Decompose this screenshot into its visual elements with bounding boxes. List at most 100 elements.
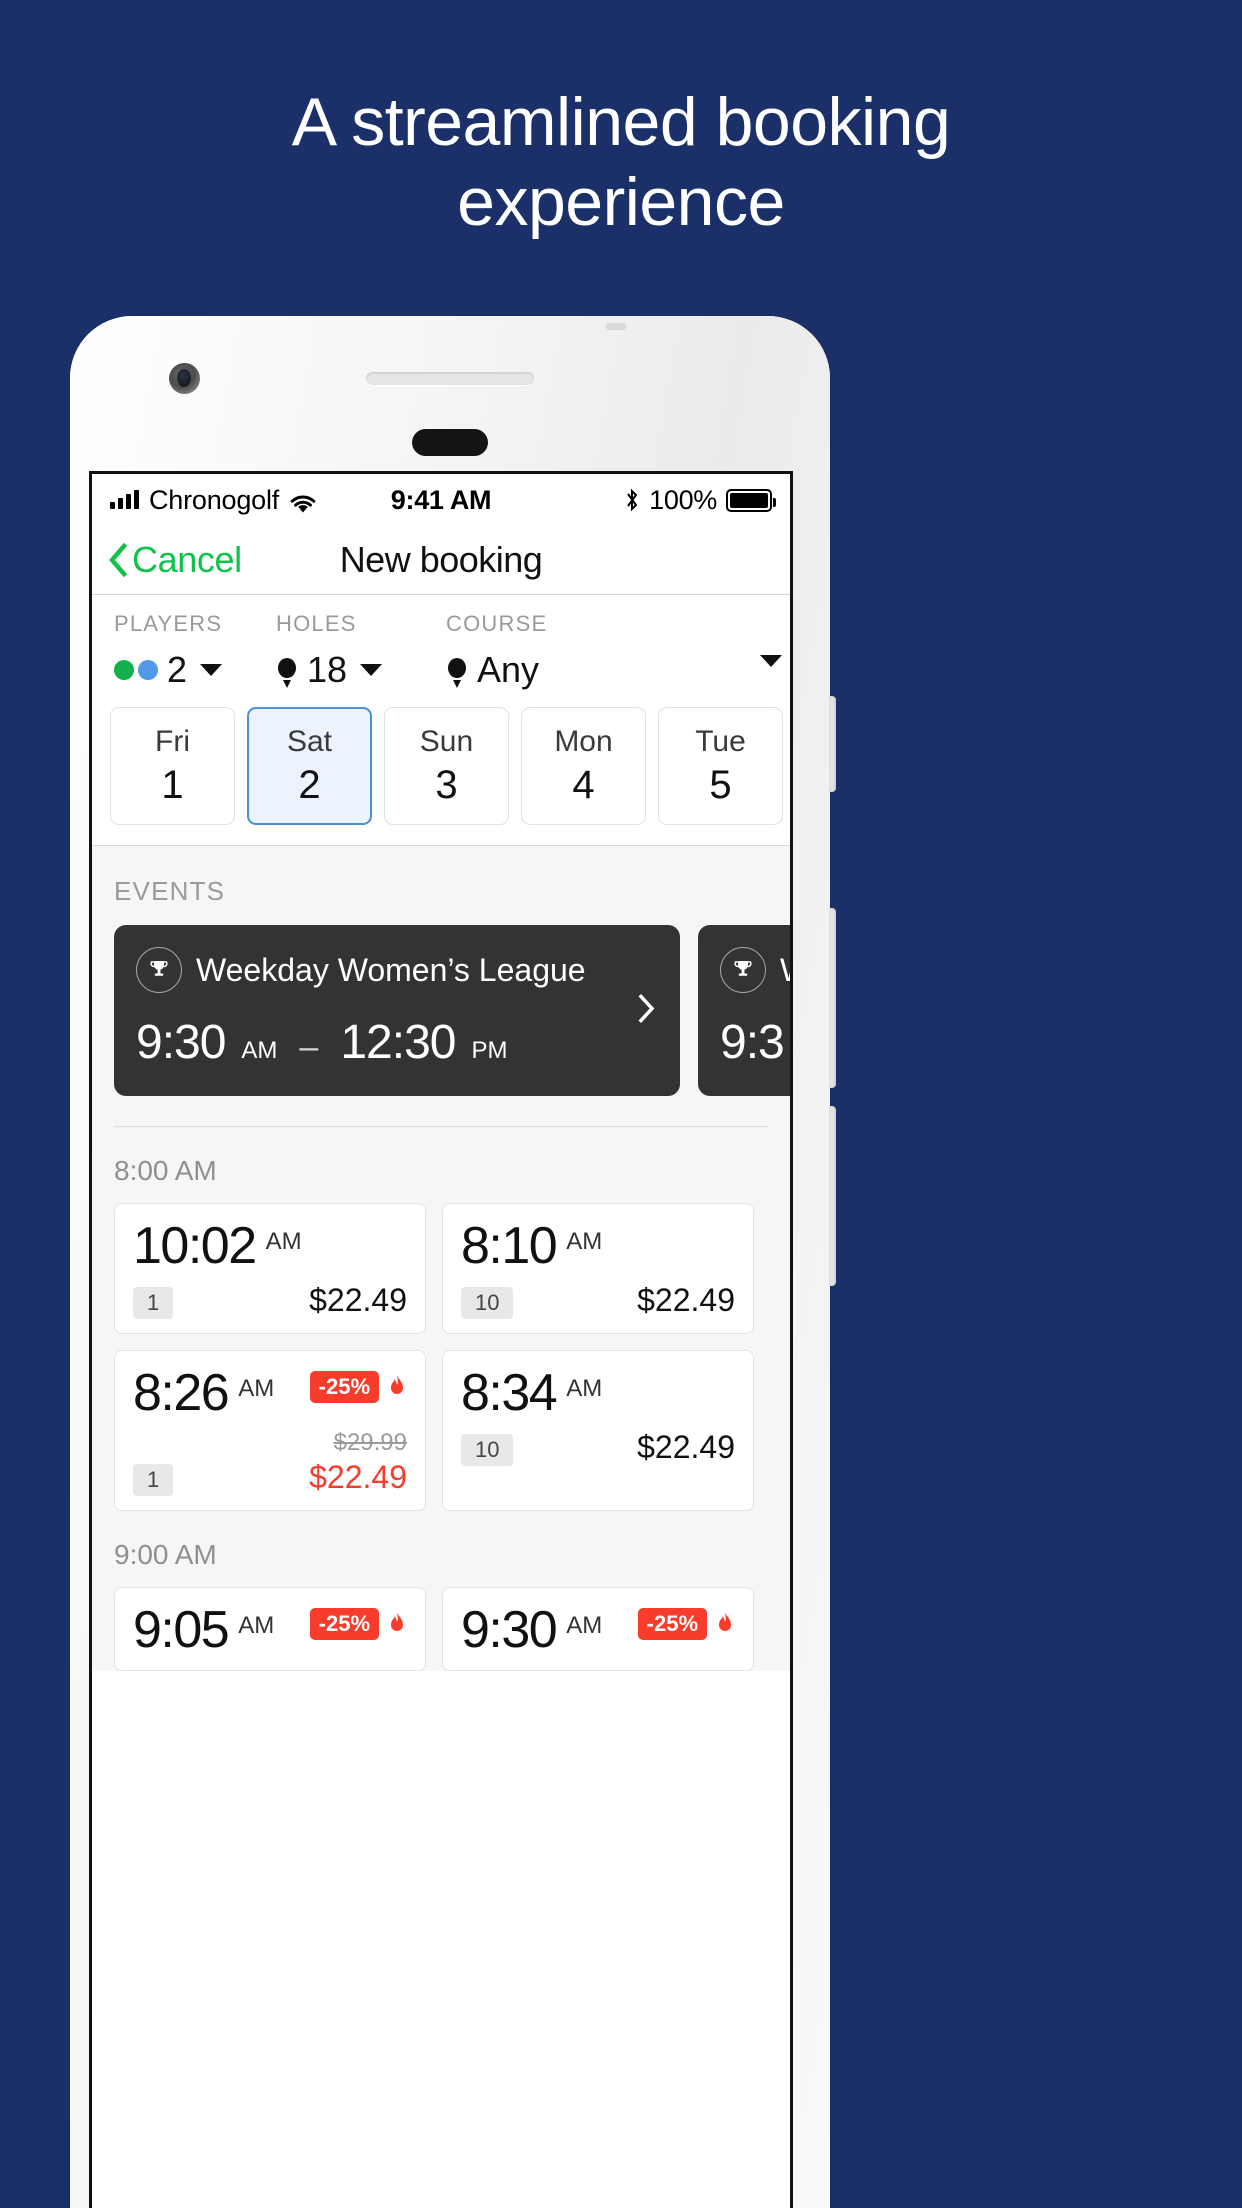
date-dow: Fri xyxy=(155,724,190,758)
tee-time: 9:30 xyxy=(461,1601,558,1659)
flame-icon xyxy=(387,1374,407,1400)
trophy-icon xyxy=(136,947,182,993)
tee-price-block: $22.49 xyxy=(309,1282,407,1319)
signal-bars-icon xyxy=(110,490,139,509)
battery-full-icon xyxy=(726,488,776,512)
tee-card-top: 8:34 AM xyxy=(461,1367,735,1419)
tee-time-card[interactable]: 9:30 AM -25% xyxy=(442,1587,754,1671)
tee-time-card[interactable]: 8:26 AM -25% 1 $29.99 $22.49 xyxy=(114,1350,426,1511)
navigation-bar: Cancel New booking xyxy=(92,526,790,594)
tee-time-card[interactable]: 8:34 AM 10 $22.49 xyxy=(442,1350,754,1511)
events-carousel[interactable]: Weekday Women’s League 9:30 AM – 12:30 P… xyxy=(92,925,790,1096)
cancel-button[interactable]: Cancel xyxy=(108,539,242,581)
tee-price: $22.49 xyxy=(309,1282,407,1318)
event-start-time: 9:30 xyxy=(136,1016,226,1069)
tee-meridiem: AM xyxy=(566,1228,603,1255)
tee-time-grid: 10:02 AM 1 $22.49 8:10 AM 10 $22.49 8:26… xyxy=(92,1203,790,1511)
earpiece-speaker-icon xyxy=(366,372,534,385)
event-start-meridiem: AM xyxy=(241,1037,278,1064)
date-dow: Sat xyxy=(286,724,333,758)
event-card[interactable]: Weekday Women’s League 9:30 AM – 12:30 P… xyxy=(114,925,680,1096)
filter-course-value: Any xyxy=(477,649,540,690)
front-camera-icon xyxy=(169,363,200,394)
wifi-icon xyxy=(289,490,317,513)
phone-button-volume-up[interactable] xyxy=(829,908,836,1088)
date-day: 2 xyxy=(298,762,321,807)
tee-time-card[interactable]: 9:05 AM -25% xyxy=(114,1587,426,1671)
tee-player-count-badge: 1 xyxy=(133,1464,174,1496)
filter-players-value-row: 2 xyxy=(114,649,276,691)
tee-price: $22.49 xyxy=(637,1429,735,1465)
tee-meridiem: AM xyxy=(238,1375,275,1402)
carrier-name: Chronogolf xyxy=(149,484,280,515)
tee-card-bottom: 1 $29.99 $22.49 xyxy=(133,1429,407,1496)
tee-price-block: $22.49 xyxy=(637,1429,735,1466)
tee-time-card[interactable]: 8:10 AM 10 $22.49 xyxy=(442,1203,754,1334)
event-name: Weekday Women’s League xyxy=(196,951,586,988)
tee-card-bottom: 10 $22.49 xyxy=(461,1429,735,1466)
date-dow: Tue xyxy=(695,724,746,758)
event-time-range: 9:3 xyxy=(720,1015,790,1070)
player-dots-icon xyxy=(114,660,158,680)
poster-canvas: A streamlined booking experience Chronog… xyxy=(0,0,1242,2208)
phone-button-volume-down[interactable] xyxy=(829,1106,836,1286)
tee-card-bottom: 10 $22.49 xyxy=(461,1282,735,1319)
tee-player-count-badge: 10 xyxy=(461,1287,514,1319)
date-card-mon[interactable]: Mon 4 xyxy=(521,707,646,825)
phone-button-mute[interactable] xyxy=(829,696,836,792)
date-dow: Mon xyxy=(554,724,613,758)
date-card-sun[interactable]: Sun 3 xyxy=(384,707,509,825)
home-button-icon xyxy=(412,429,488,456)
filter-row: PLAYERS 2 HOLES 18 COURSE Any xyxy=(92,611,790,691)
golf-tee-icon xyxy=(276,655,298,688)
chevron-right-icon[interactable] xyxy=(638,993,656,1028)
flame-icon xyxy=(715,1611,735,1637)
phone-screen: Chronogolf 9:41 AM 100% Cancel New booki… xyxy=(89,471,793,2208)
tee-section-header: 8:00 AM xyxy=(114,1155,217,1186)
date-strip[interactable]: Fri 1 Sat 2 Sun 3 Mon 4 Tue 5 xyxy=(92,691,790,845)
date-card-tue[interactable]: Tue 5 xyxy=(658,707,783,825)
tee-time: 8:10 xyxy=(461,1217,558,1275)
chevron-down-icon xyxy=(200,664,223,676)
tee-meridiem: AM xyxy=(566,1612,603,1639)
tee-player-count-badge: 10 xyxy=(461,1434,514,1466)
tee-section-header: 9:00 AM xyxy=(114,1539,217,1570)
status-bar-left: Chronogolf xyxy=(110,485,317,516)
filter-course-value-row: Any xyxy=(446,649,768,691)
date-day: 1 xyxy=(161,762,184,807)
tee-time: 10:02 xyxy=(133,1217,257,1275)
filter-course-label: COURSE xyxy=(446,611,548,636)
tee-meridiem: AM xyxy=(238,1612,275,1639)
tee-card-top: 8:10 AM xyxy=(461,1220,735,1272)
filter-players[interactable]: PLAYERS 2 xyxy=(114,611,276,691)
tee-card-top: 9:30 AM -25% xyxy=(461,1604,735,1656)
tee-meridiem: AM xyxy=(566,1375,603,1402)
tee-card-bottom: 1 $22.49 xyxy=(133,1282,407,1319)
filter-holes[interactable]: HOLES 18 xyxy=(276,611,446,691)
tee-card-top: 10:02 AM xyxy=(133,1220,407,1272)
filter-players-label: PLAYERS xyxy=(114,611,223,636)
tee-time: 8:34 xyxy=(461,1364,558,1422)
tee-time-grid: 9:05 AM -25% 9:30 AM -25% xyxy=(92,1587,790,1671)
trophy-icon xyxy=(720,947,766,993)
tee-time-card[interactable]: 10:02 AM 1 $22.49 xyxy=(114,1203,426,1334)
date-day: 3 xyxy=(435,762,458,807)
golf-tee-icon xyxy=(446,655,468,688)
status-bar-right: 100% xyxy=(624,485,776,516)
status-bar: Chronogolf 9:41 AM 100% xyxy=(92,474,790,526)
event-card-header: W xyxy=(720,947,790,993)
filter-bar: PLAYERS 2 HOLES 18 COURSE Any Fri 1 Sat … xyxy=(92,595,790,845)
date-card-fri[interactable]: Fri 1 xyxy=(110,707,235,825)
poster-headline: A streamlined booking experience xyxy=(0,82,1242,242)
date-card-sat-selected[interactable]: Sat 2 xyxy=(247,707,372,825)
filter-course[interactable]: COURSE Any xyxy=(446,611,782,691)
date-day: 4 xyxy=(572,762,595,807)
events-section-label: EVENTS xyxy=(114,876,226,906)
filter-players-value: 2 xyxy=(167,649,188,690)
tee-card-top: 8:26 AM -25% xyxy=(133,1367,407,1419)
headline-line-2: experience xyxy=(457,164,785,241)
chevron-down-icon[interactable] xyxy=(760,655,782,667)
tee-badge-group: -25% xyxy=(637,1608,735,1640)
tee-original-price: $29.99 xyxy=(333,1429,407,1456)
event-card[interactable]: W 9:3 xyxy=(698,925,790,1096)
